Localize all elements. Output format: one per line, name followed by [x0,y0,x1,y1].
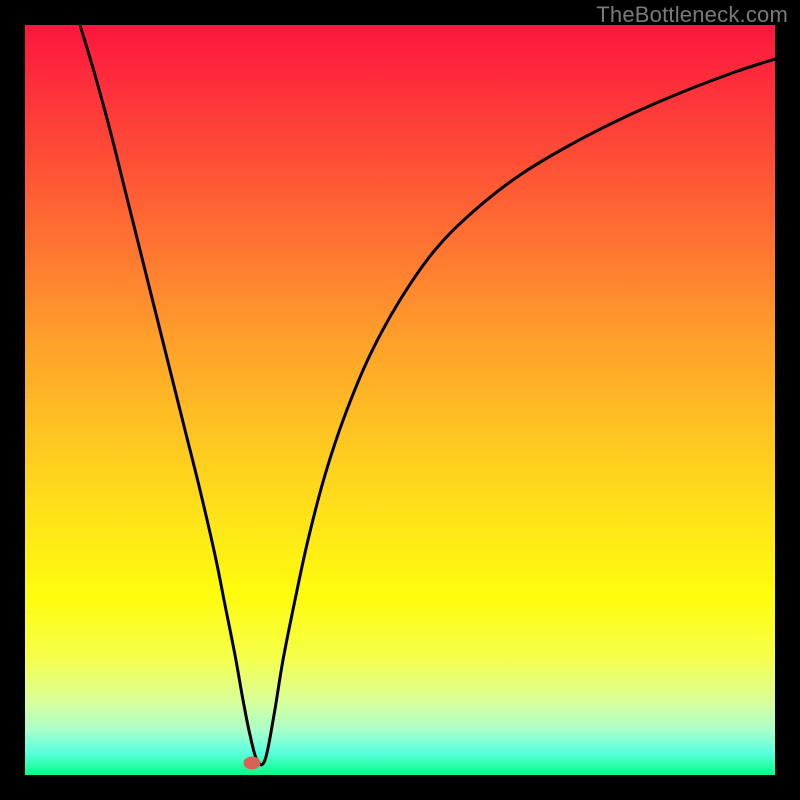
bottleneck-curve [25,25,775,775]
minimum-marker [244,757,261,770]
plot-area [25,25,775,775]
curve-path [80,25,775,765]
chart-stage: TheBottleneck.com [0,0,800,800]
